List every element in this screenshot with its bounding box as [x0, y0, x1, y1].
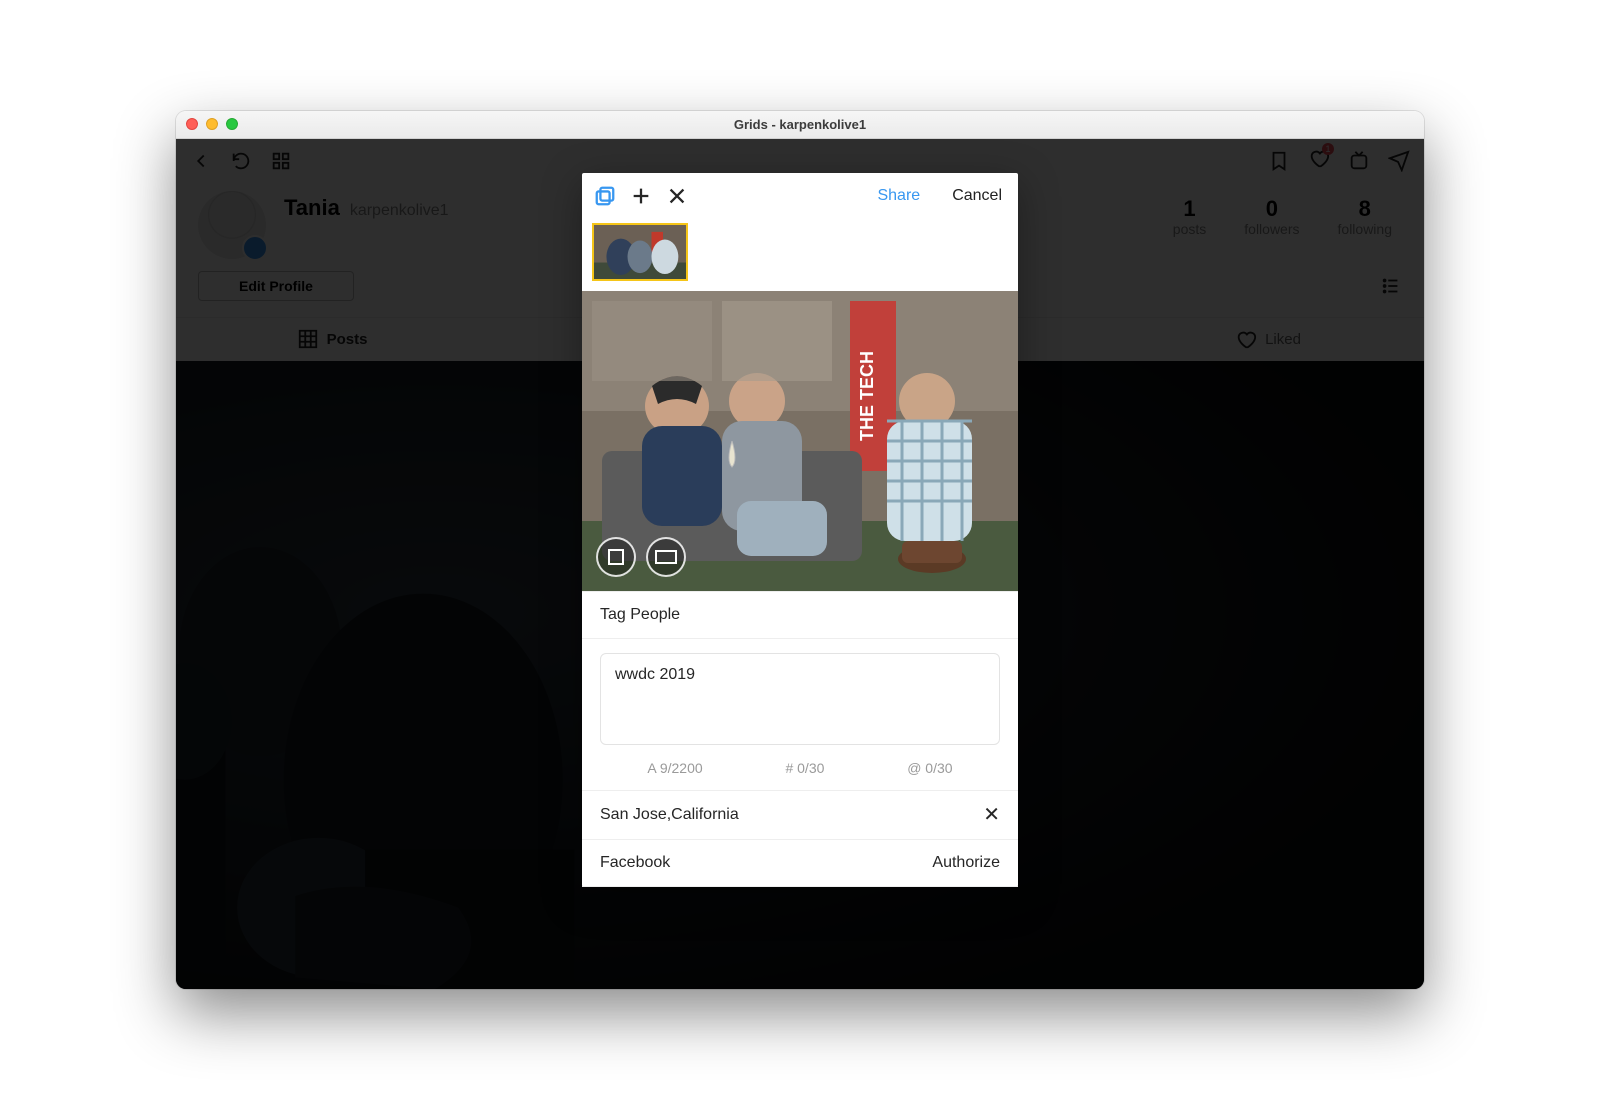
window-minimize-button[interactable]: [206, 118, 218, 130]
facebook-label: Facebook: [600, 854, 670, 872]
char-counter: A 9/2200: [647, 760, 702, 776]
remove-photo-icon[interactable]: [666, 185, 688, 207]
tab-posts[interactable]: Posts: [176, 318, 488, 361]
app-body: 1 Tania karpenkolive1: [176, 139, 1424, 989]
tag-people-label: Tag People: [600, 606, 680, 624]
avatar[interactable]: [198, 191, 266, 259]
tag-people-row[interactable]: Tag People: [582, 591, 1018, 638]
traffic-lights: [186, 118, 238, 130]
liked-icon: [1235, 328, 1257, 350]
crop-square-button[interactable]: [596, 537, 636, 577]
crop-landscape-button[interactable]: [646, 537, 686, 577]
facebook-row[interactable]: Facebook Authorize: [582, 839, 1018, 887]
stat-following[interactable]: 8 following: [1338, 197, 1392, 237]
multi-photo-icon[interactable]: [594, 185, 616, 207]
stat-posts[interactable]: 1 posts: [1173, 197, 1206, 237]
posts-grid-icon: [297, 328, 319, 350]
caption-input[interactable]: [600, 653, 1000, 745]
window-close-button[interactable]: [186, 118, 198, 130]
edit-profile-button[interactable]: Edit Profile: [198, 271, 354, 301]
compose-post-modal: Share Cancel: [582, 173, 1018, 887]
refresh-icon[interactable]: [230, 150, 252, 172]
send-icon[interactable]: [1388, 150, 1410, 172]
mention-counter: @ 0/30: [907, 760, 952, 776]
stat-followers[interactable]: 0 followers: [1244, 197, 1299, 237]
location-label: San Jose,California: [600, 806, 739, 824]
window-zoom-button[interactable]: [226, 118, 238, 130]
photo-thumbnail[interactable]: [592, 223, 688, 281]
likes-badge: 1: [1322, 143, 1334, 155]
likes-button[interactable]: 1: [1308, 147, 1330, 174]
grid-icon[interactable]: [270, 150, 292, 172]
caption-counters: A 9/2200 # 0/30 @ 0/30: [600, 750, 1000, 782]
photo-preview[interactable]: THE TECH: [582, 291, 1018, 591]
back-icon[interactable]: [190, 150, 212, 172]
igtv-icon[interactable]: [1348, 150, 1370, 172]
caption-section: A 9/2200 # 0/30 @ 0/30: [582, 638, 1018, 790]
add-photo-icon[interactable]: [630, 185, 652, 207]
app-window: Grids - karpenkolive1: [176, 111, 1424, 989]
profile-names: Tania karpenkolive1: [284, 195, 449, 221]
hashtag-counter: # 0/30: [785, 760, 824, 776]
authorize-button[interactable]: Authorize: [932, 854, 1000, 872]
window-title: Grids - karpenkolive1: [176, 117, 1424, 132]
share-button[interactable]: Share: [877, 187, 920, 205]
svg-text:THE TECH: THE TECH: [857, 351, 877, 441]
location-row[interactable]: San Jose,California ✕: [582, 790, 1018, 839]
tab-liked[interactable]: Liked: [1112, 318, 1424, 361]
thumbnails-row: [582, 219, 1018, 291]
clear-location-icon[interactable]: ✕: [983, 805, 1000, 825]
username: karpenkolive1: [350, 202, 449, 220]
window-titlebar: Grids - karpenkolive1: [176, 111, 1424, 139]
modal-header: Share Cancel: [582, 173, 1018, 219]
profile-stats: 1 posts 0 followers 8 following: [1173, 191, 1402, 237]
display-name: Tania: [284, 195, 340, 221]
crop-controls: [596, 537, 686, 577]
bookmark-icon[interactable]: [1268, 150, 1290, 172]
cancel-button[interactable]: Cancel: [952, 187, 1002, 205]
list-view-icon[interactable]: [1380, 275, 1402, 297]
